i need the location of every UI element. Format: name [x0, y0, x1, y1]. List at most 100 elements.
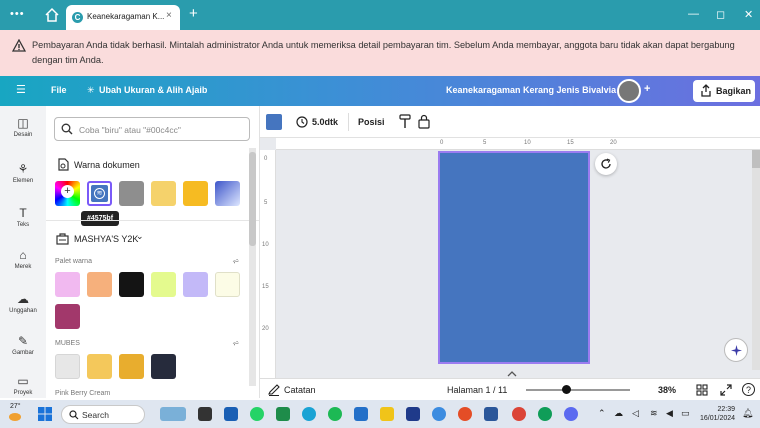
canva-logo-icon: C [72, 12, 83, 23]
color-search-input[interactable]: Coba "biru" atau "#00c4cc" [54, 117, 250, 141]
chrome-icon[interactable] [458, 407, 472, 421]
gradient-swatch[interactable] [215, 181, 240, 206]
taskbar-search[interactable]: Search [61, 405, 145, 424]
magic-assistant-button[interactable] [724, 338, 748, 362]
warning-text: Pembayaran Anda tidak berhasil. Mintalah… [32, 40, 735, 65]
rail-item-projects[interactable]: ▭ Proyek [0, 374, 46, 396]
battery-icon[interactable]: ▭ [681, 408, 690, 419]
zoom-slider-thumb[interactable] [562, 385, 571, 394]
search-placeholder: Coba "biru" atau "#00c4cc" [79, 125, 181, 135]
notification-bell-icon[interactable]: 🔔︎ [742, 408, 753, 419]
palette-options-icon[interactable]: ⩫ [232, 338, 240, 349]
notes-button[interactable]: Catatan [284, 385, 316, 395]
color-swatch[interactable] [87, 272, 112, 297]
store-icon[interactable] [354, 407, 368, 421]
rotate-refresh-button[interactable] [595, 153, 617, 175]
color-swatch[interactable] [55, 272, 80, 297]
panel-scrollbar-thumb[interactable] [249, 152, 256, 246]
rail-item-design[interactable]: ◫ Desain [0, 116, 46, 138]
color-swatch[interactable] [151, 354, 176, 379]
color-swatch[interactable] [119, 354, 144, 379]
canvas-scrollbar-thumb[interactable] [752, 150, 760, 168]
duration-button[interactable]: 5.0dtk [312, 117, 338, 127]
brand-kit-title[interactable]: MASHYA'S Y2K [74, 234, 138, 244]
app-icon[interactable] [276, 407, 290, 421]
chevron-up-icon[interactable] [505, 370, 519, 378]
color-swatch[interactable] [55, 304, 80, 329]
color-swatch[interactable] [55, 354, 80, 379]
rail-item-brand[interactable]: ⌂ Merek [0, 248, 46, 270]
volume-icon[interactable]: ◀ [666, 408, 673, 419]
minimize-button[interactable]: — [688, 8, 699, 20]
color-swatch[interactable] [183, 181, 208, 206]
color-swatch[interactable] [87, 354, 112, 379]
add-color-button[interactable]: + [55, 181, 80, 206]
rail-item-uploads[interactable]: ☁ Unggahan [0, 292, 46, 314]
design-page[interactable] [438, 151, 590, 364]
windows-start-icon[interactable] [38, 407, 52, 421]
share-button[interactable]: Bagikan [693, 80, 755, 102]
help-icon[interactable]: ? [742, 383, 755, 396]
fullscreen-icon[interactable] [720, 384, 732, 396]
file-explorer-icon[interactable] [380, 407, 394, 421]
restore-button[interactable]: ◻ [716, 8, 725, 21]
paint-roller-icon[interactable] [399, 114, 411, 129]
text-icon: T [19, 206, 27, 220]
color-swatch[interactable] [119, 272, 144, 297]
avatar[interactable] [617, 79, 641, 103]
sparkle-icon [731, 345, 742, 356]
browser-menu-button[interactable]: ••• [10, 8, 25, 20]
lock-icon[interactable] [418, 114, 430, 129]
word-icon[interactable] [484, 407, 498, 421]
main-menu-icon[interactable]: ☰ [16, 83, 26, 96]
rail-item-elements[interactable]: ⚘ Elemen [0, 162, 46, 184]
wifi-icon[interactable]: ≋ [650, 408, 658, 419]
app-l-icon[interactable] [406, 407, 420, 421]
color-swatch[interactable] [215, 272, 240, 297]
browser-title-bar: ••• C Keanekaragaman K... × + — ◻ ✕ [0, 0, 760, 30]
color-swatch-selected[interactable]: ≋ [87, 181, 112, 206]
color-swatch[interactable] [151, 272, 176, 297]
clock[interactable]: 22:39 16/01/2024 [700, 405, 735, 423]
color-swatch[interactable] [119, 181, 144, 206]
weather-widget[interactable]: 27° [10, 403, 21, 410]
position-button[interactable]: Posisi [358, 117, 385, 127]
rail-item-draw[interactable]: ✎ Gambar [0, 334, 46, 356]
home-icon[interactable] [44, 7, 60, 23]
zoom-percent[interactable]: 38% [658, 385, 676, 395]
file-menu[interactable]: File [51, 85, 67, 95]
onedrive-icon[interactable]: ☁ [614, 408, 623, 419]
rail-item-text[interactable]: T Teks [0, 206, 46, 228]
tab-close-icon[interactable]: × [166, 10, 172, 21]
palette-options-icon[interactable]: ⩫ [232, 256, 240, 267]
add-collaborator-icon[interactable]: + [644, 83, 650, 95]
ruler-left: 0 5 10 15 20 [260, 150, 276, 378]
app-icon[interactable] [564, 407, 578, 421]
spotify-icon[interactable] [328, 407, 342, 421]
app-icon[interactable] [432, 407, 446, 421]
edge-icon[interactable] [302, 407, 316, 421]
color-swatch[interactable] [183, 272, 208, 297]
new-tab-button[interactable]: + [189, 5, 198, 22]
close-window-button[interactable]: ✕ [744, 8, 753, 21]
canvas-scrollbar[interactable] [752, 150, 760, 370]
browser-tab[interactable]: C Keanekaragaman K... × [66, 5, 180, 30]
current-color-button[interactable] [266, 114, 282, 130]
widgets-icon[interactable] [160, 407, 186, 421]
chevron-down-icon[interactable]: ⌄ [136, 231, 144, 242]
chrome-profile-icon[interactable] [512, 407, 526, 421]
zoom-slider[interactable] [526, 389, 630, 391]
color-swatch[interactable] [151, 181, 176, 206]
whatsapp-icon[interactable] [250, 407, 264, 421]
resize-magic-button[interactable]: Ubah Ukuran & Alih Ajaib [99, 85, 207, 95]
teams-icon[interactable] [224, 407, 238, 421]
document-title[interactable]: Keanekaragaman Kerang Jenis Bivalvia [446, 85, 616, 95]
tray-chevron-icon[interactable]: ⌃ [598, 408, 606, 419]
location-icon[interactable]: ◁ [632, 408, 639, 419]
page-indicator[interactable]: Halaman 1 / 11 [447, 385, 507, 395]
palette-label: Palet warna [55, 258, 92, 265]
task-view-icon[interactable] [198, 407, 212, 421]
bottom-bar: Catatan Halaman 1 / 11 38% ? [260, 378, 760, 400]
grid-view-icon[interactable] [696, 384, 708, 396]
chrome-profile-icon[interactable] [538, 407, 552, 421]
